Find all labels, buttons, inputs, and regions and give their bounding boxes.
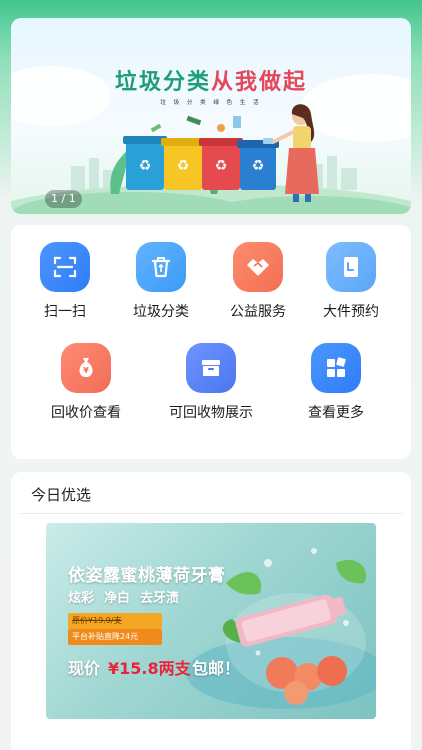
recycle-price-label: 回收价查看	[51, 405, 121, 421]
recycle-bin-yellow: ♻	[161, 138, 205, 190]
trash-icon	[136, 242, 186, 292]
promo-banner[interactable]: ♻ ♻ ♻ ♻ 垃圾分类从我做起 垃 圾 分 类 绿 色 生 活 1 / 1	[11, 18, 411, 214]
recyclables-display-label: 可回收物展示	[169, 405, 253, 421]
bulky-item-booking-button[interactable]: 大件预约	[323, 242, 379, 321]
garbage-sorting-button[interactable]: 垃圾分类	[133, 242, 189, 321]
scan-label: 扫一扫	[44, 304, 86, 320]
ad-tag: 炫彩	[68, 591, 95, 606]
garbage-sorting-label: 垃圾分类	[133, 304, 189, 320]
view-more-label: 查看更多	[308, 405, 364, 421]
banner-page-indicator: 1 / 1	[45, 190, 82, 208]
svg-text:♻: ♻	[252, 158, 265, 174]
scan-button[interactable]: 扫一扫	[40, 242, 90, 321]
svg-text:♻: ♻	[139, 158, 152, 174]
divider	[19, 513, 403, 514]
ad-original-price: 原价¥19.9/支	[68, 613, 162, 629]
svg-text:♻: ♻	[177, 158, 190, 174]
grid-more-icon	[311, 343, 361, 393]
document-icon	[326, 242, 376, 292]
banner-title: 垃圾分类从我做起	[114, 70, 308, 95]
box-icon	[186, 343, 236, 393]
banner-subtitle: 垃 圾 分 类 绿 色 生 活	[160, 100, 262, 106]
ad-tag: 净白	[104, 591, 131, 606]
ad-subsidy: 平台补贴直降24元	[68, 629, 162, 645]
recyclables-display-button[interactable]: 可回收物展示	[169, 343, 253, 422]
public-service-label: 公益服务	[230, 304, 286, 320]
money-bag-icon: ¥	[61, 343, 111, 393]
svg-text:♻: ♻	[215, 158, 228, 174]
ad-now-label: 现价	[68, 659, 101, 678]
view-more-button[interactable]: 查看更多	[308, 343, 364, 422]
bulky-item-booking-label: 大件预约	[323, 304, 379, 320]
ad-free-shipping: 包邮！	[192, 659, 241, 678]
public-service-button[interactable]: 公益服务	[230, 242, 286, 321]
svg-text:¥: ¥	[83, 366, 89, 375]
ad-feature-tags: 炫彩 净白 去牙渍	[68, 587, 179, 606]
recycling-illustration: ♻ ♻ ♻ ♻	[11, 66, 411, 214]
toothpaste-ad-banner[interactable]: 依姿露蜜桃薄荷牙膏 炫彩 净白 去牙渍 原价¥19.9/支 平台补贴直降24元 …	[46, 523, 376, 719]
recycle-bin-teal: ♻	[237, 140, 279, 190]
service-grid: 扫一扫 垃圾分类 公益服务 大件预约 ¥ 回收价查看 可回收物展示 查看更多	[11, 225, 411, 459]
recycle-bin-red: ♻	[199, 138, 243, 190]
section-heading: 今日优选	[31, 486, 92, 504]
ad-tag: 去牙渍	[140, 591, 180, 606]
recycle-price-button[interactable]: ¥ 回收价查看	[51, 343, 121, 422]
handshake-icon	[233, 242, 283, 292]
daily-pick-section: 今日优选 依姿露蜜桃薄荷牙膏 炫彩 净白 去牙渍 原价¥19.9/支 平台补贴直…	[11, 472, 411, 750]
ad-product-title: 依姿露蜜桃薄荷牙膏	[68, 566, 226, 586]
recycle-bin-blue: ♻	[123, 136, 167, 190]
scan-icon	[40, 242, 90, 292]
ad-now-price: ¥15.8两支	[108, 659, 191, 678]
